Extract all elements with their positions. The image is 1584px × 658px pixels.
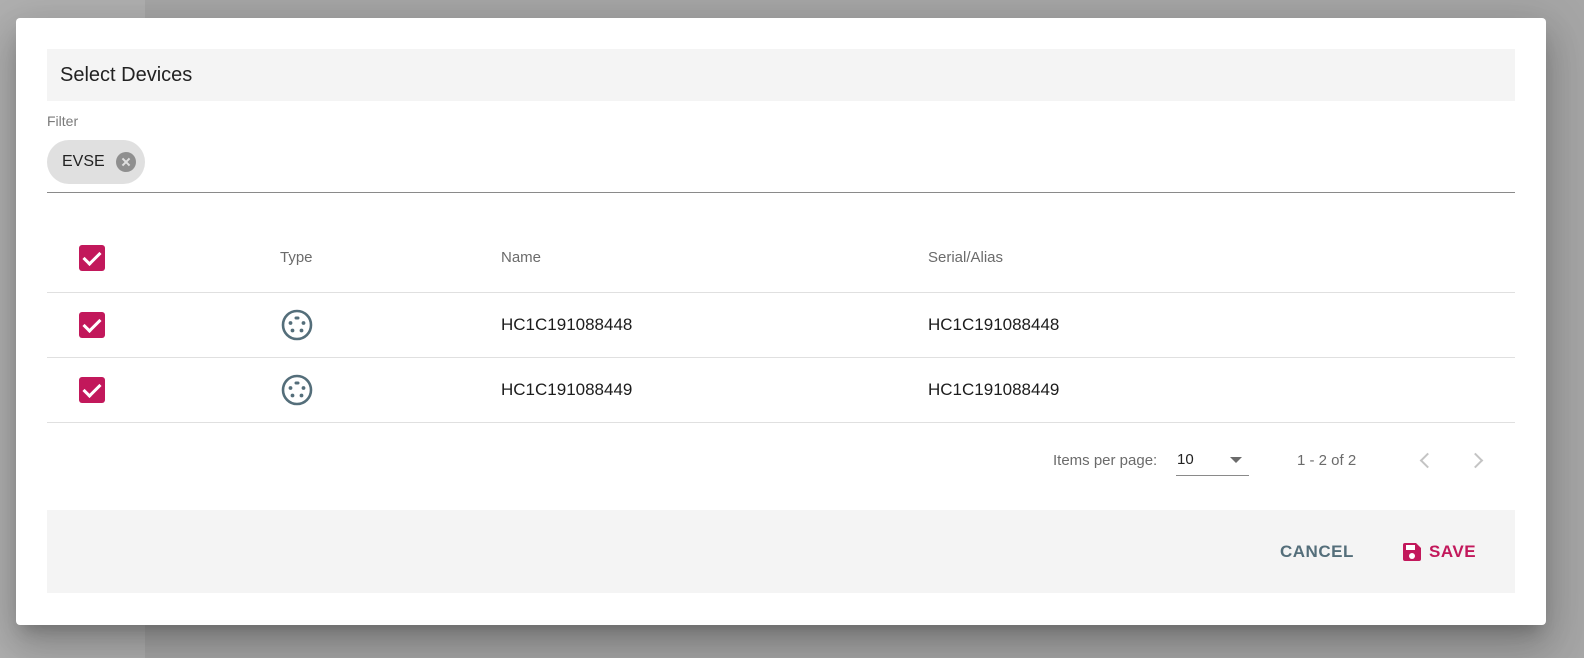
column-header-type[interactable]: Type xyxy=(280,223,313,292)
page-size-value: 10 xyxy=(1177,451,1194,468)
page-size-select[interactable]: 10 xyxy=(1176,444,1249,476)
dialog-actions: CANCEL SAVE xyxy=(47,510,1515,593)
save-button-label: SAVE xyxy=(1429,541,1477,561)
device-name: HC1C191088448 xyxy=(501,315,633,334)
chip-remove-icon[interactable] xyxy=(115,152,136,172)
previous-page-button[interactable] xyxy=(1413,448,1437,472)
ev-connector-icon xyxy=(281,374,313,406)
next-page-button[interactable] xyxy=(1465,448,1489,472)
filter-label: Filter xyxy=(47,113,79,129)
table-header-row: Type Name Serial/Alias xyxy=(47,223,1515,293)
row-checkbox[interactable] xyxy=(79,377,105,403)
row-checkbox[interactable] xyxy=(79,312,105,338)
floppy-disk-icon xyxy=(1403,542,1421,561)
device-serial: HC1C191088449 xyxy=(928,380,1060,399)
table-row[interactable]: HC1C191088448 HC1C191088448 xyxy=(47,293,1515,358)
dropdown-arrow-icon xyxy=(1230,457,1242,463)
cancel-button[interactable]: CANCEL xyxy=(1280,510,1354,593)
save-button[interactable]: SAVE xyxy=(1400,510,1476,593)
column-header-serial[interactable]: Serial/Alias xyxy=(928,223,1003,292)
dialog-title: Select Devices xyxy=(47,49,1515,101)
ev-connector-icon xyxy=(281,309,313,341)
filter-chip-input[interactable]: EVSE xyxy=(47,140,1515,193)
table-row[interactable]: HC1C191088449 HC1C191088449 xyxy=(47,358,1515,423)
column-header-name[interactable]: Name xyxy=(501,223,541,292)
select-all-checkbox[interactable] xyxy=(79,244,105,271)
items-per-page-label: Items per page: xyxy=(1053,451,1158,469)
paginator: Items per page: 10 1 - 2 of 2 xyxy=(47,438,1515,494)
device-name: HC1C191088449 xyxy=(501,380,633,399)
filter-chip-label: EVSE xyxy=(62,153,105,170)
select-devices-dialog: Select Devices Filter EVSE Type Name Ser… xyxy=(16,18,1546,625)
devices-table: Type Name Serial/Alias HC1C191088448 HC1… xyxy=(47,223,1515,423)
filter-chip-evse: EVSE xyxy=(47,140,145,184)
device-serial: HC1C191088448 xyxy=(928,315,1060,334)
page-range-label: 1 - 2 of 2 xyxy=(1297,451,1357,469)
